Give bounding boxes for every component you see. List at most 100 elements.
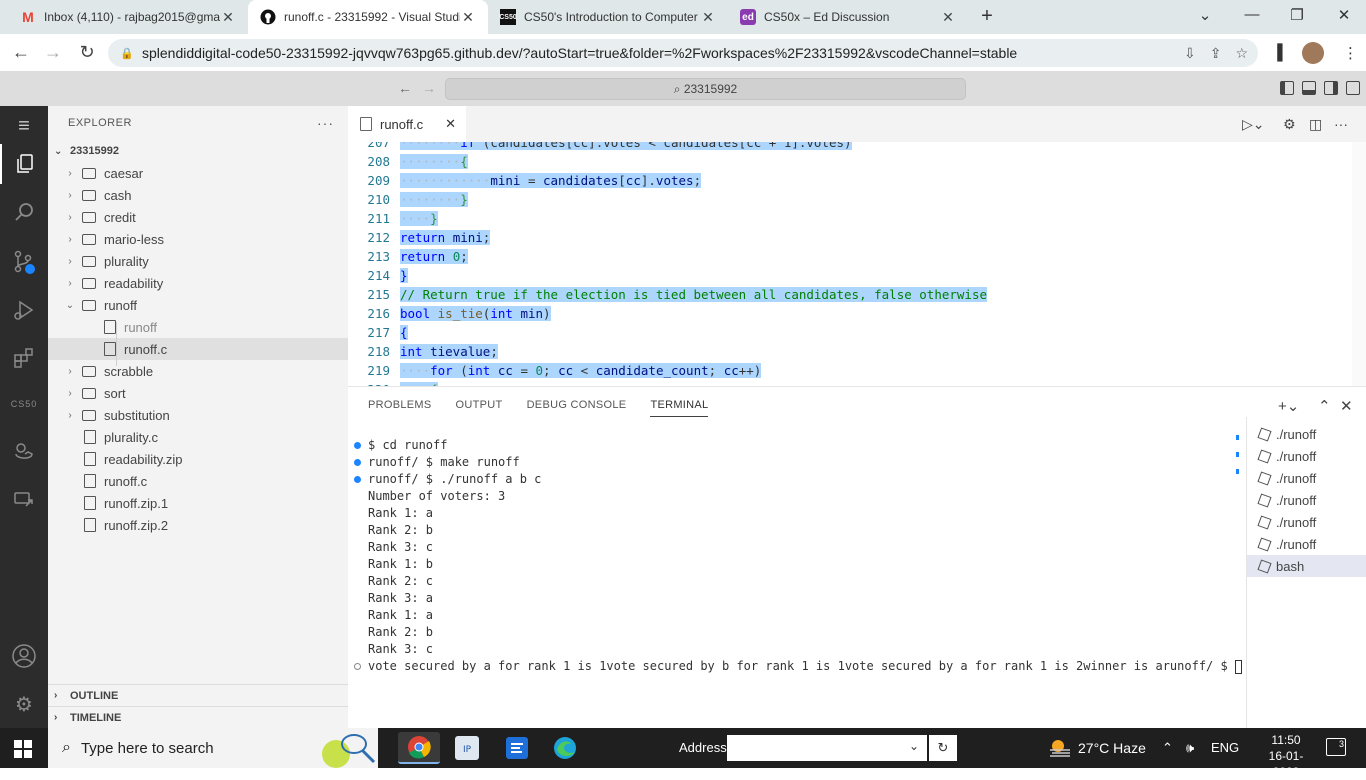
- new-terminal-icon[interactable]: +⌄: [1278, 397, 1299, 415]
- tree-file[interactable]: runoff.zip.1: [48, 492, 348, 514]
- browser-menu-icon[interactable]: ⋮: [1343, 44, 1358, 62]
- notification-center-icon[interactable]: 3: [1326, 738, 1346, 756]
- app-icon[interactable]: IP: [446, 732, 488, 764]
- menu-icon[interactable]: ≡: [0, 106, 48, 146]
- workspace-root[interactable]: ⌄ 23315992: [48, 140, 348, 162]
- split-editor-icon[interactable]: ◫: [1309, 116, 1322, 133]
- edge-icon[interactable]: [544, 732, 586, 764]
- weather-widget[interactable]: 27°C Haze: [1048, 738, 1146, 758]
- tab-debug-console[interactable]: DEBUG CONSOLE: [527, 399, 627, 417]
- tree-folder[interactable]: › sort: [48, 382, 348, 404]
- toggle-panel-icon[interactable]: [1302, 81, 1316, 95]
- tab-problems[interactable]: PROBLEMS: [368, 399, 432, 417]
- code-line[interactable]: 213 return 0;: [348, 247, 1366, 266]
- more-actions-icon[interactable]: ···: [317, 115, 334, 131]
- browser-tab-ed[interactable]: ed CS50x – Ed Discussion ✕: [728, 0, 968, 34]
- tree-folder[interactable]: › credit: [48, 206, 348, 228]
- browser-tab-cs50[interactable]: CS50 CS50's Introduction to Computer ✕: [488, 0, 728, 34]
- tray-overflow-icon[interactable]: ⌃: [1162, 740, 1173, 756]
- code-editor[interactable]: 207 ········if (candidates[cc].votes < ca…: [348, 142, 1366, 386]
- close-tab-icon[interactable]: ✕: [700, 9, 716, 26]
- accounts-icon[interactable]: [0, 636, 48, 676]
- code-line[interactable]: 211 ····}: [348, 209, 1366, 228]
- close-editor-icon[interactable]: ✕: [445, 116, 456, 132]
- tree-file[interactable]: plurality.c: [48, 426, 348, 448]
- cs50-icon[interactable]: CS50: [0, 384, 48, 424]
- address-toolbar-input[interactable]: ⌄: [727, 735, 927, 761]
- close-panel-icon[interactable]: ✕: [1340, 397, 1353, 415]
- code-line[interactable]: 214}: [348, 266, 1366, 285]
- go-forward-icon[interactable]: →: [422, 80, 436, 96]
- settings-gear-icon[interactable]: ⚙: [1283, 116, 1296, 133]
- run-debug-icon[interactable]: [0, 290, 48, 330]
- code-line[interactable]: 209 ············mini = candidates[cc].vot…: [348, 171, 1366, 190]
- tree-folder[interactable]: › cash: [48, 184, 348, 206]
- tree-file[interactable]: readability.zip: [48, 448, 348, 470]
- restore-icon[interactable]: ❐: [1287, 6, 1307, 24]
- close-tab-icon[interactable]: ✕: [460, 9, 476, 26]
- tree-file[interactable]: runoff: [48, 316, 348, 338]
- ducky-icon[interactable]: [0, 432, 48, 472]
- command-center[interactable]: ⌕ 23315992: [445, 78, 966, 100]
- tab-output[interactable]: OUTPUT: [456, 399, 503, 417]
- command-decoration[interactable]: [354, 442, 361, 449]
- browser-tab-vscode[interactable]: runoff.c - 23315992 - Visual Studi ✕: [248, 0, 488, 34]
- outline-section[interactable]: › OUTLINE: [48, 684, 348, 706]
- tab-search-icon[interactable]: ⌄: [1195, 6, 1215, 24]
- settings-gear-icon[interactable]: ⚙: [0, 684, 48, 724]
- terminal-instance[interactable]: bash: [1247, 555, 1366, 577]
- code-line[interactable]: 218 int tievalue;: [348, 342, 1366, 361]
- source-control-icon[interactable]: [0, 242, 48, 282]
- bookmark-star-icon[interactable]: ☆: [1235, 45, 1248, 62]
- code-line[interactable]: 212 return mini;: [348, 228, 1366, 247]
- command-decoration[interactable]: [354, 459, 361, 466]
- office-app-icon[interactable]: [496, 732, 538, 764]
- command-decoration[interactable]: [354, 476, 361, 483]
- tree-folder[interactable]: › mario-less: [48, 228, 348, 250]
- language-indicator[interactable]: ENG: [1211, 740, 1239, 755]
- toggle-secondary-sidebar-icon[interactable]: [1324, 81, 1338, 95]
- code-line[interactable]: 219 ····for (int cc = 0; cc < candidate_c…: [348, 361, 1366, 380]
- side-panel-icon[interactable]: ▐: [1272, 44, 1283, 61]
- tree-folder[interactable]: › substitution: [48, 404, 348, 426]
- tree-folder[interactable]: ⌄ runoff: [48, 294, 348, 316]
- extensions-icon[interactable]: [0, 338, 48, 378]
- code-line[interactable]: 208 ········{: [348, 152, 1366, 171]
- volume-icon[interactable]: 🕪: [1186, 740, 1194, 756]
- remote-explorer-icon[interactable]: [0, 480, 48, 520]
- close-tab-icon[interactable]: ✕: [220, 9, 236, 26]
- explorer-icon[interactable]: [0, 144, 48, 184]
- back-icon[interactable]: ←: [10, 42, 32, 63]
- run-debug-file-icon[interactable]: ▷⌄: [1242, 116, 1265, 133]
- maximize-panel-icon[interactable]: ⌃: [1318, 397, 1331, 415]
- toggle-sidebar-icon[interactable]: [1280, 81, 1294, 95]
- windows-start-icon[interactable]: [14, 740, 32, 758]
- timeline-section[interactable]: › TIMELINE: [48, 706, 348, 728]
- terminal-instance[interactable]: ./runoff: [1247, 533, 1366, 555]
- more-actions-icon[interactable]: ···: [1334, 116, 1348, 132]
- code-line[interactable]: 215 // Return true if the election is tie…: [348, 285, 1366, 304]
- tree-file[interactable]: runoff.zip.2: [48, 514, 348, 536]
- profile-avatar[interactable]: [1302, 42, 1324, 64]
- editor-scrollbar[interactable]: [1352, 142, 1366, 386]
- command-decoration[interactable]: [354, 663, 361, 670]
- search-icon[interactable]: [0, 192, 48, 232]
- new-tab-button[interactable]: +: [976, 6, 998, 28]
- customize-layout-icon[interactable]: [1346, 81, 1360, 95]
- clock[interactable]: 11:50 16-01-2023: [1262, 732, 1310, 780]
- tree-file[interactable]: runoff.c: [48, 338, 348, 360]
- code-line[interactable]: 207 ········if (candidates[cc].votes < ca…: [348, 142, 1366, 152]
- reload-icon[interactable]: ↻: [76, 42, 98, 63]
- close-tab-icon[interactable]: ✕: [940, 9, 956, 26]
- minimize-icon[interactable]: —: [1242, 6, 1262, 23]
- terminal-instance[interactable]: ./runoff: [1247, 467, 1366, 489]
- install-app-icon[interactable]: ⇩: [1184, 45, 1196, 62]
- terminal-output[interactable]: $ cd runoff runoff/ $ make runoff runoff/ …: [348, 437, 1246, 727]
- share-icon[interactable]: ⇪: [1210, 45, 1222, 62]
- address-bar[interactable]: 🔒 splendiddigital-code50-23315992-jqvvqw…: [108, 39, 1258, 67]
- terminal-instance[interactable]: ./runoff: [1247, 489, 1366, 511]
- editor-tab-runoff-c[interactable]: runoff.c ✕: [348, 106, 466, 142]
- tree-folder[interactable]: › scrabble: [48, 360, 348, 382]
- go-back-icon[interactable]: ←: [398, 80, 412, 96]
- tab-terminal[interactable]: TERMINAL: [650, 399, 709, 417]
